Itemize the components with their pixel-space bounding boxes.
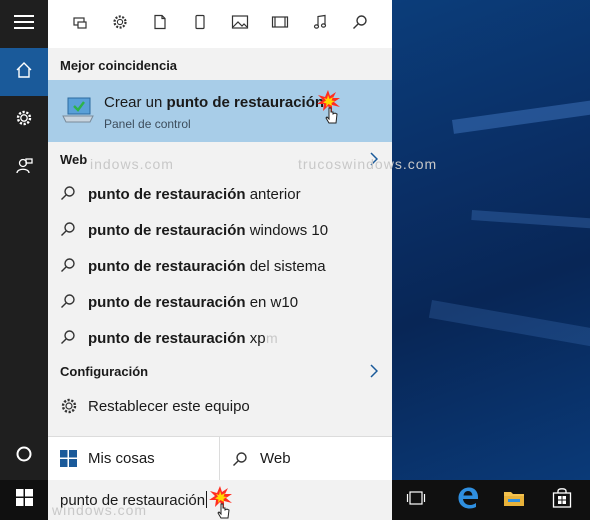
feedback-button[interactable] xyxy=(0,144,48,192)
suggestion-rest: en w10 xyxy=(245,294,299,311)
search-input[interactable]: punto de restauración windows.com xyxy=(48,480,392,520)
photos-icon xyxy=(231,14,249,35)
web-suggestion[interactable]: punto de restauración xp xyxy=(48,320,392,356)
task-view-button[interactable] xyxy=(392,480,440,520)
search-icon xyxy=(60,185,76,206)
laptop-icon xyxy=(62,96,94,129)
feedback-icon xyxy=(15,157,33,180)
watermark-fragment: windows.com xyxy=(52,502,148,518)
best-match-result[interactable]: Crear un punto de restauración Panel de … xyxy=(48,80,392,142)
filter-videos[interactable] xyxy=(268,12,292,36)
click-burst-icon xyxy=(316,90,344,131)
web-suggestion[interactable]: punto de restauración en w10 xyxy=(48,284,392,320)
search-icon xyxy=(352,14,368,35)
search-icon xyxy=(60,221,76,242)
menu-button[interactable] xyxy=(0,0,48,48)
search-icon xyxy=(60,293,76,314)
start-button[interactable] xyxy=(0,480,48,520)
home-button[interactable] xyxy=(0,48,48,96)
windows-logo-icon xyxy=(60,450,77,472)
settings-icon xyxy=(15,109,33,132)
text-caret xyxy=(206,491,208,508)
store-button[interactable] xyxy=(538,480,586,520)
suggestion-bold: punto de restauración xyxy=(88,222,246,239)
search-icon xyxy=(232,451,248,472)
suggestion-rest: anterior xyxy=(245,186,301,203)
best-match-header: Mejor coincidencia xyxy=(60,58,178,73)
settings-button[interactable] xyxy=(0,96,48,144)
suggestion-bold: punto de restauración xyxy=(88,258,246,275)
title-bold: punto de restauración xyxy=(166,94,325,111)
search-icon xyxy=(60,257,76,278)
settings-icon xyxy=(60,397,78,420)
home-icon xyxy=(15,61,33,84)
edge-button[interactable] xyxy=(444,480,492,520)
web-suggestion[interactable]: punto de restauración anterior xyxy=(48,176,392,212)
store-icon xyxy=(552,487,572,513)
web-suggestion[interactable]: punto de restauración del sistema xyxy=(48,248,392,284)
windows-start-icon xyxy=(15,489,33,511)
filter-documents[interactable] xyxy=(148,12,172,36)
edge-icon xyxy=(457,487,479,514)
web-header: Web xyxy=(60,152,88,167)
settings-icon xyxy=(112,14,128,35)
suggestion-text: punto de restauración windows 10 xyxy=(88,222,328,239)
watermark-fragment: indows.com xyxy=(90,156,174,172)
watermark: trucoswindows.com xyxy=(298,156,438,172)
tab-mis-cosas-label: Mis cosas xyxy=(88,450,155,467)
search-filter-bar xyxy=(48,0,392,48)
cortana-button[interactable] xyxy=(0,432,48,480)
desktop-wallpaper xyxy=(392,0,590,480)
watermark-fragment: m xyxy=(266,330,279,346)
click-burst-icon xyxy=(208,486,236,520)
best-match-title: Crear un punto de restauración xyxy=(104,94,324,111)
start-sidebar xyxy=(0,0,48,480)
best-match-subtitle: Panel de control xyxy=(104,117,191,131)
suggestion-text: punto de restauración en w10 xyxy=(88,294,298,311)
tab-web-label: Web xyxy=(260,450,291,467)
apps-icon xyxy=(72,14,88,35)
task-view-icon xyxy=(406,490,426,511)
filter-music[interactable] xyxy=(308,12,332,36)
music-icon xyxy=(312,14,328,35)
phone-icon xyxy=(192,14,208,35)
filter-folders[interactable] xyxy=(188,12,212,36)
config-item-text: Restablecer este equipo xyxy=(88,398,250,415)
search-icon xyxy=(60,329,76,350)
filter-web[interactable] xyxy=(348,12,372,36)
filter-photos[interactable] xyxy=(228,12,252,36)
videos-icon xyxy=(271,14,289,35)
documents-icon xyxy=(152,14,168,35)
suggestion-text: punto de restauración xp xyxy=(88,330,266,347)
cortana-icon xyxy=(15,445,33,468)
suggestion-bold: punto de restauración xyxy=(88,186,246,203)
tab-mis-cosas[interactable]: Mis cosas xyxy=(48,437,220,481)
taskbar: punto de restauración windows.com xyxy=(0,480,590,520)
suggestion-rest: del sistema xyxy=(245,258,326,275)
suggestion-bold: punto de restauración xyxy=(88,330,246,347)
suggestion-rest: xp xyxy=(245,330,266,347)
file-explorer-button[interactable] xyxy=(490,480,538,520)
suggestion-text: punto de restauración anterior xyxy=(88,186,301,203)
menu-icon xyxy=(14,14,34,35)
config-result[interactable]: Restablecer este equipo xyxy=(48,388,392,424)
file-explorer-icon xyxy=(503,489,525,512)
filter-settings[interactable] xyxy=(108,12,132,36)
web-suggestion[interactable]: punto de restauración windows 10 xyxy=(48,212,392,248)
title-prefix: Crear un xyxy=(104,94,167,111)
search-panel: Mejor coincidencia Crear un punto de res… xyxy=(48,0,436,481)
suggestion-rest: windows 10 xyxy=(245,222,329,239)
config-header: Configuración xyxy=(60,364,149,379)
config-chevron-icon[interactable] xyxy=(370,364,379,383)
scope-tabs: Mis cosas Web xyxy=(48,436,392,481)
tab-web[interactable]: Web xyxy=(220,437,392,481)
suggestion-bold: punto de restauración xyxy=(88,294,246,311)
filter-apps[interactable] xyxy=(68,12,92,36)
suggestion-text: punto de restauración del sistema xyxy=(88,258,326,275)
